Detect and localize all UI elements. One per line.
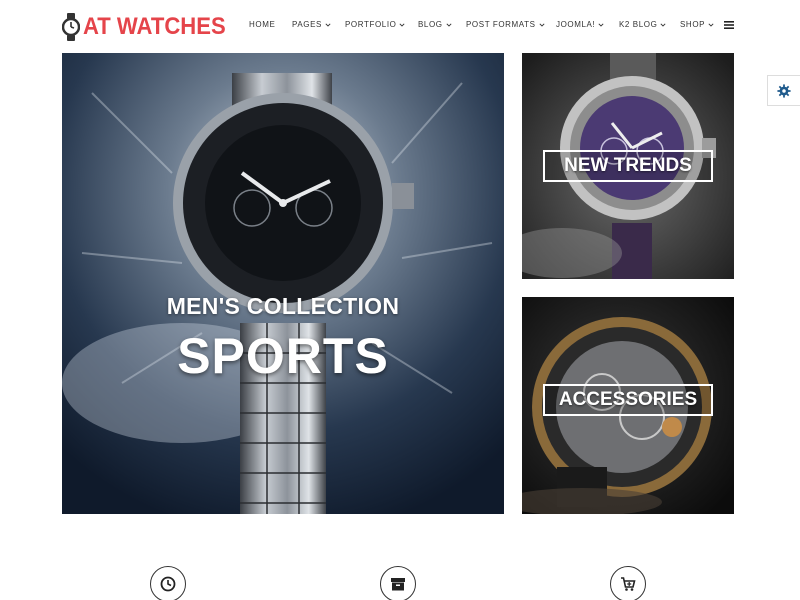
feature-archive: [380, 566, 416, 600]
banner-sports[interactable]: MEN'S COLLECTION SPORTS: [62, 53, 504, 514]
watch-icon: [62, 13, 80, 41]
nav-item-home[interactable]: HOME: [249, 20, 275, 29]
nav-item-blog[interactable]: BLOG: [418, 20, 452, 29]
chevron-down-icon: [325, 22, 331, 27]
nav-label: POST FORMATS: [466, 20, 536, 29]
feature-clock: [150, 566, 186, 600]
nav-label: K2 BLOG: [619, 20, 658, 29]
banner-accessories[interactable]: ACCESSORIES: [522, 297, 734, 514]
site-header: AT WATCHES HOME PAGES PORTFOLIO BLOG POS…: [0, 0, 800, 53]
banner-title: SPORTS: [177, 328, 389, 384]
chevron-down-icon: [660, 22, 666, 27]
chevron-down-icon: [539, 22, 545, 27]
nav-item-shop[interactable]: SHOP: [680, 20, 714, 29]
nav-label: BLOG: [418, 20, 443, 29]
nav-label: PAGES: [292, 20, 322, 29]
banner-subtitle: MEN'S COLLECTION: [166, 293, 400, 319]
new-trends-label: NEW TRENDS: [543, 150, 713, 182]
settings-button[interactable]: [767, 75, 800, 106]
chevron-down-icon: [708, 22, 714, 27]
nav-item-k2-blog[interactable]: K2 BLOG: [619, 20, 666, 29]
gear-icon: [777, 83, 791, 98]
nav-label: JOOMLA!: [556, 20, 596, 29]
archive-icon: [391, 578, 405, 591]
cart-plus-icon: [621, 577, 636, 591]
feature-cart: [610, 566, 646, 600]
nav-item-portfolio[interactable]: PORTFOLIO: [345, 20, 406, 29]
hamburger-icon[interactable]: [724, 20, 734, 30]
clock-icon: [160, 576, 176, 592]
chevron-down-icon: [446, 22, 452, 27]
chevron-down-icon: [399, 22, 406, 27]
accessories-label: ACCESSORIES: [543, 384, 713, 416]
sports-watch-image: [62, 53, 504, 514]
nav-item-pages[interactable]: PAGES: [292, 20, 331, 29]
banner-new-trends[interactable]: NEW TRENDS: [522, 53, 734, 279]
site-logo[interactable]: AT WATCHES: [62, 12, 238, 42]
nav-label: PORTFOLIO: [345, 20, 397, 29]
brand-name: AT WATCHES: [83, 13, 226, 40]
chevron-down-icon: [598, 22, 604, 27]
nav-item-post-formats[interactable]: POST FORMATS: [466, 20, 545, 29]
nav-label: HOME: [249, 20, 276, 29]
nav-label: SHOP: [680, 20, 706, 29]
nav-item-joomla[interactable]: JOOMLA!: [556, 20, 604, 29]
